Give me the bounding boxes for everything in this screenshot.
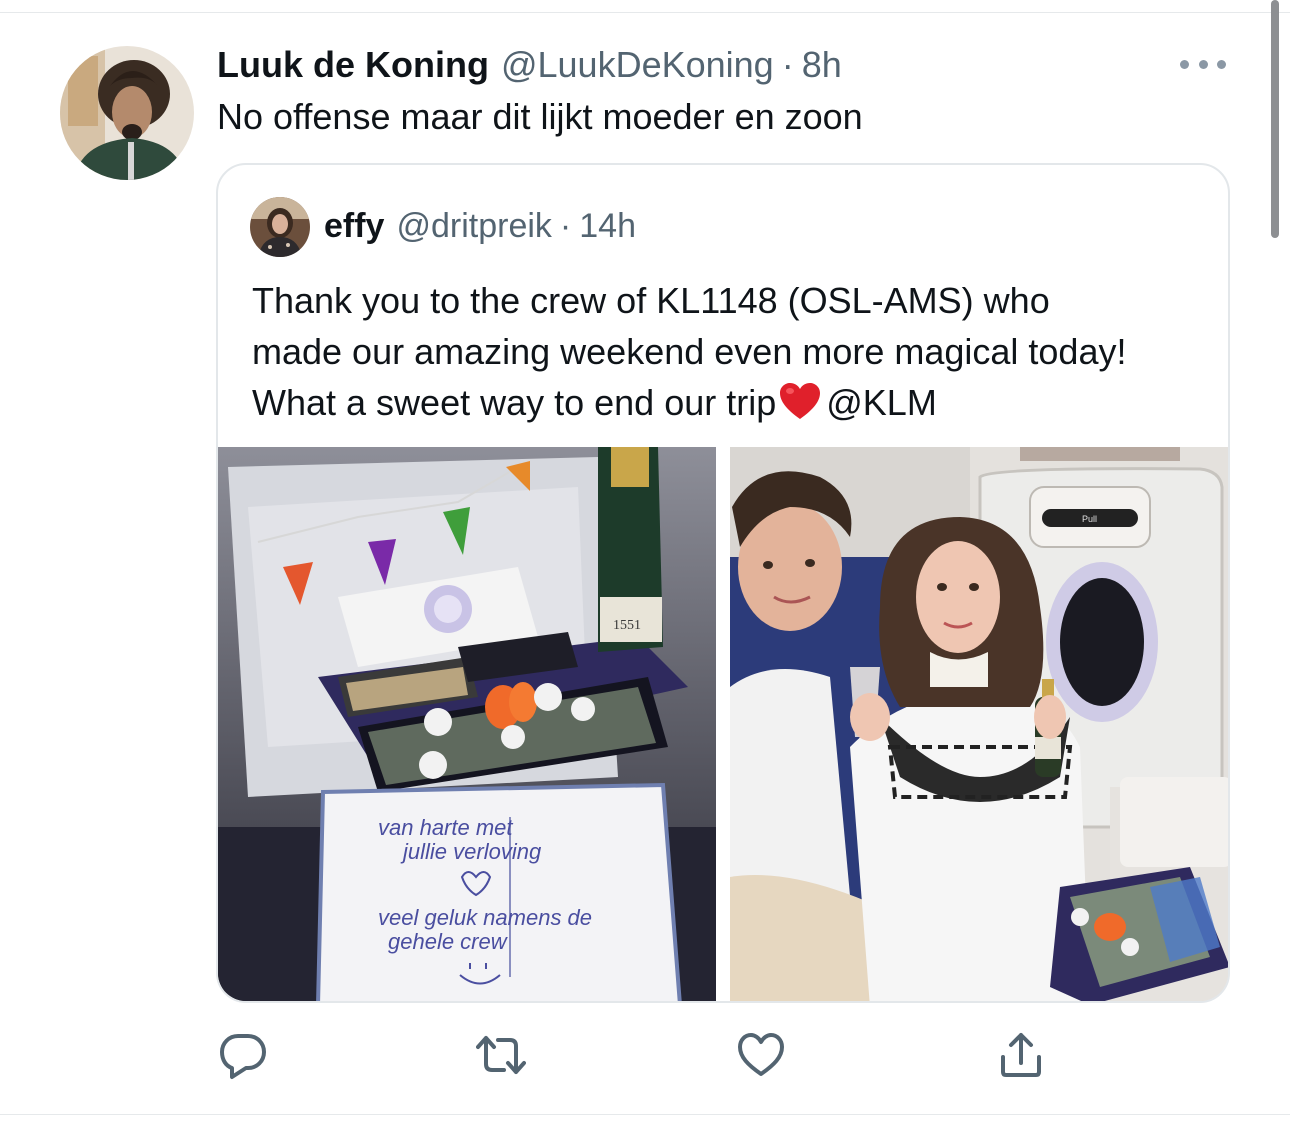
scrollbar[interactable] xyxy=(1271,0,1279,238)
retweet-button[interactable] xyxy=(476,1030,526,1080)
quoted-text-line: Thank you to the crew of KL1148 (OSL-AMS… xyxy=(252,280,1050,321)
share-button[interactable] xyxy=(996,1030,1046,1080)
door-label: Pull xyxy=(1082,514,1097,524)
more-dot-icon xyxy=(1217,59,1226,69)
quoted-tweet-text: Thank you to the crew of KL1148 (OSL-AMS… xyxy=(252,275,1212,428)
quoted-text-segment: What a sweet way to end our trip xyxy=(252,382,777,423)
reply-icon xyxy=(220,1034,266,1079)
top-divider xyxy=(0,12,1290,13)
heart-icon xyxy=(738,1033,784,1076)
reply-button[interactable] xyxy=(218,1030,268,1080)
quoted-tweet-media: 1551 van harte met jullie verloving veel… xyxy=(218,447,1228,1001)
tweet-action-bar xyxy=(218,1030,1068,1080)
tweet-time[interactable]: 8h xyxy=(802,44,842,86)
author-avatar[interactable] xyxy=(60,46,194,180)
retweet-icon xyxy=(476,1036,526,1074)
quoted-tweet-card[interactable]: effy @dritpreik · 14h Thank you to the c… xyxy=(216,163,1230,1003)
quoted-tweet-header: effy @dritpreik · 14h xyxy=(324,207,636,246)
quoted-tweet-time[interactable]: 14h xyxy=(579,207,636,246)
klm-mention-link[interactable]: @KLM xyxy=(826,382,937,423)
note-text-line: veel geluk namens de xyxy=(378,905,592,930)
separator-dot: · xyxy=(559,207,572,245)
quoted-text-line: made our amazing weekend even more magic… xyxy=(252,331,1127,372)
like-button[interactable] xyxy=(736,1030,786,1080)
red-heart-icon xyxy=(780,383,821,419)
more-options-button[interactable] xyxy=(1180,52,1226,76)
quoted-author-avatar[interactable] xyxy=(250,197,310,257)
photo-couple-selfie[interactable]: Pull xyxy=(730,447,1228,1001)
quoted-author-handle[interactable]: @dritpreik xyxy=(396,207,551,246)
tweet-text: No offense maar dit lijkt moeder en zoon xyxy=(217,96,863,137)
note-text-line: gehele crew xyxy=(388,929,509,954)
quoted-author-name[interactable]: effy xyxy=(324,207,384,246)
separator-dot: · xyxy=(781,44,794,85)
note-text-line: van harte met xyxy=(378,815,513,840)
author-handle[interactable]: @LuukDeKoning xyxy=(501,44,774,86)
more-dot-icon xyxy=(1198,59,1208,69)
more-dot-icon xyxy=(1180,59,1189,69)
quoted-text-line: What a sweet way to end our trip @KLM xyxy=(252,377,1212,428)
bottom-divider xyxy=(0,1114,1290,1115)
note-text-line: jullie verloving xyxy=(400,839,542,864)
tweet-header: Luuk de Koning @LuukDeKoning · 8h xyxy=(217,44,842,86)
author-name[interactable]: Luuk de Koning xyxy=(217,44,489,86)
bottle-label: 1551 xyxy=(613,618,641,633)
share-icon xyxy=(1001,1033,1041,1077)
photo-meal-tray[interactable]: 1551 van harte met jullie verloving veel… xyxy=(218,447,716,1001)
